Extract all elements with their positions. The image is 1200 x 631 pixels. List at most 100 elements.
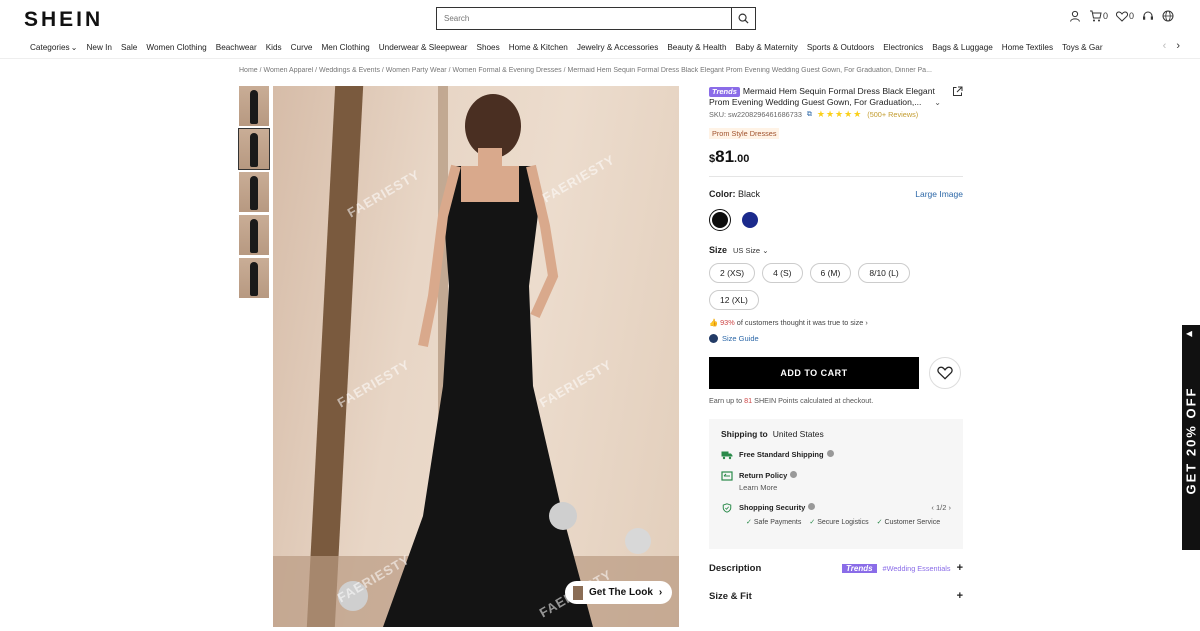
main-product-image[interactable]: FAERIESTY FAERIESTY FAERIESTY FAERIESTY … — [273, 86, 679, 627]
price-cents: .00 — [734, 153, 750, 165]
nav-item[interactable]: Curve — [291, 43, 313, 52]
reviews-link[interactable]: (500+ Reviews) — [867, 110, 918, 119]
chevron-down-icon: ⌄ — [762, 245, 769, 255]
size-option[interactable]: 2 (XS) — [709, 263, 756, 283]
trends-tag: Trends — [842, 563, 877, 573]
price-whole: 81 — [715, 147, 735, 166]
copy-icon[interactable]: ⧉ — [807, 111, 812, 119]
rating-stars: ★★★★★ — [816, 109, 863, 119]
nav-item[interactable]: Jewelry & Accessories — [577, 43, 658, 52]
shipping-header[interactable]: Shipping to United States — [721, 429, 951, 439]
color-value: Black — [738, 189, 761, 199]
size-option[interactable]: 6 (M) — [809, 263, 852, 283]
trends-tag[interactable]: Trends — [709, 87, 740, 97]
security-item: Safe Payments — [746, 518, 801, 526]
nav-item[interactable]: Kids — [266, 43, 282, 52]
thumbnail[interactable] — [239, 172, 269, 212]
wishlist-button[interactable]: 0 — [1115, 10, 1134, 22]
size-system-label: US Size — [733, 245, 761, 255]
nav-item[interactable]: Men Clothing — [321, 43, 369, 52]
get-the-look-label: Get The Look — [589, 587, 653, 598]
swatch-black[interactable] — [709, 209, 731, 231]
wedding-essentials-link[interactable]: #Wedding Essentials — [883, 564, 951, 573]
color-label: Color: — [709, 189, 736, 199]
support-button[interactable] — [1142, 10, 1154, 22]
security-item: Customer Service — [877, 518, 940, 526]
cart-button[interactable]: 0 — [1089, 10, 1108, 22]
product-info: Trends Mermaid Hem Sequin Formal Dress Bl… — [709, 86, 963, 605]
promo-side-tab[interactable]: ◀ GET 20% OFF — [1182, 325, 1200, 550]
look-thumbnail — [573, 585, 583, 600]
large-image-link[interactable]: Large Image — [915, 189, 963, 199]
security-item: Secure Logistics — [809, 518, 868, 526]
learn-more-link[interactable]: Learn More — [739, 483, 797, 492]
nav-item[interactable]: Sale — [121, 43, 137, 52]
thumbnail[interactable] — [239, 86, 269, 126]
security-pager[interactable]: ‹ 1/2 › — [931, 503, 951, 512]
help-icon[interactable] — [790, 471, 798, 478]
nav-prev-icon[interactable]: ‹ — [1163, 40, 1167, 52]
swatch-navy[interactable] — [739, 209, 761, 231]
nav-item[interactable]: Shoes — [476, 43, 499, 52]
description-section[interactable]: Description Trends #Wedding Essentials + — [709, 559, 963, 577]
wishlist-button[interactable] — [929, 357, 961, 389]
add-to-cart-button[interactable]: ADD TO CART — [709, 357, 919, 389]
shein-logo[interactable]: SHEIN — [24, 8, 103, 32]
chevron-down-icon: ⌄ — [70, 43, 78, 52]
fit-percent: 93% — [720, 318, 735, 327]
nav-item[interactable]: Women Clothing — [146, 43, 206, 52]
style-badge[interactable]: Prom Style Dresses — [709, 128, 780, 139]
nav-item[interactable]: Home Textiles — [1002, 43, 1053, 52]
size-option[interactable]: 8/10 (L) — [858, 263, 910, 283]
description-label: Description — [709, 562, 762, 574]
shipping-panel: Shipping to United States Free Standard S… — [709, 419, 963, 549]
nav-item[interactable]: Underwear & Sleepwear — [379, 43, 468, 52]
security-items: Safe Payments Secure Logistics Customer Se… — [746, 518, 951, 526]
nav-item[interactable]: Toys & Gar — [1062, 43, 1103, 52]
search-button[interactable] — [731, 8, 755, 29]
size-guide-link[interactable]: Size Guide — [709, 334, 963, 343]
size-guide-label: Size Guide — [722, 334, 759, 343]
size-fit-section[interactable]: Size & Fit + — [709, 587, 963, 605]
breadcrumb[interactable]: Home / Women Apparel / Weddings & Events… — [239, 67, 969, 74]
thumbnail[interactable] — [239, 258, 269, 298]
nav-item[interactable]: New In — [86, 43, 111, 52]
chevron-right-icon: › — [658, 587, 663, 598]
nav-item[interactable]: Home & Kitchen — [509, 43, 568, 52]
globe-icon — [1162, 10, 1174, 22]
nav-item[interactable]: Sports & Outdoors — [807, 43, 874, 52]
search-input[interactable] — [437, 8, 731, 29]
nav-item[interactable]: Electronics — [883, 43, 923, 52]
nav-item[interactable]: Baby & Maternity — [736, 43, 798, 52]
chevron-down-icon[interactable]: ⌄ — [934, 98, 941, 108]
size-option[interactable]: 4 (S) — [762, 263, 803, 283]
shield-icon — [722, 503, 732, 513]
nav-item[interactable]: Beauty & Health — [667, 43, 726, 52]
security-label: Shopping Security — [739, 503, 806, 512]
account-button[interactable] — [1069, 10, 1081, 22]
sku-text: SKU: sw2208296461686733 — [709, 110, 802, 119]
top-bar: SHEIN 0 0 — [0, 0, 1200, 38]
share-icon[interactable] — [952, 86, 963, 99]
fit-info[interactable]: 👍 93% of customers thought it was true t… — [709, 318, 963, 327]
shipping-country: United States — [772, 429, 824, 439]
language-button[interactable] — [1162, 10, 1174, 22]
nav-item[interactable]: Categories — [30, 43, 70, 52]
points-info: Earn up to 81 SHEIN Points calculated at… — [709, 396, 963, 405]
help-icon[interactable] — [808, 503, 816, 510]
nav-next-icon[interactable]: › — [1176, 40, 1180, 52]
pager-text: 1/2 — [935, 503, 947, 512]
nav-item[interactable]: Beachwear — [216, 43, 257, 52]
thumbnail-active[interactable] — [238, 128, 270, 170]
category-nav: Categories⌄ New In Sale Women Clothing Beach… — [0, 38, 1200, 59]
headset-icon — [1143, 11, 1153, 20]
size-fit-label: Size & Fit — [709, 590, 752, 602]
get-the-look-button[interactable]: Get The Look › — [565, 581, 673, 604]
nav-item[interactable]: Bags & Luggage — [932, 43, 993, 52]
help-icon[interactable] — [826, 450, 834, 457]
thumbnail[interactable] — [239, 215, 269, 255]
thumbnail-strip — [238, 86, 270, 301]
size-system-dropdown[interactable]: US Size ⌄ — [733, 246, 768, 255]
size-option[interactable]: 12 (XL) — [709, 290, 759, 310]
promo-text: GET 20% OFF — [1183, 386, 1199, 495]
